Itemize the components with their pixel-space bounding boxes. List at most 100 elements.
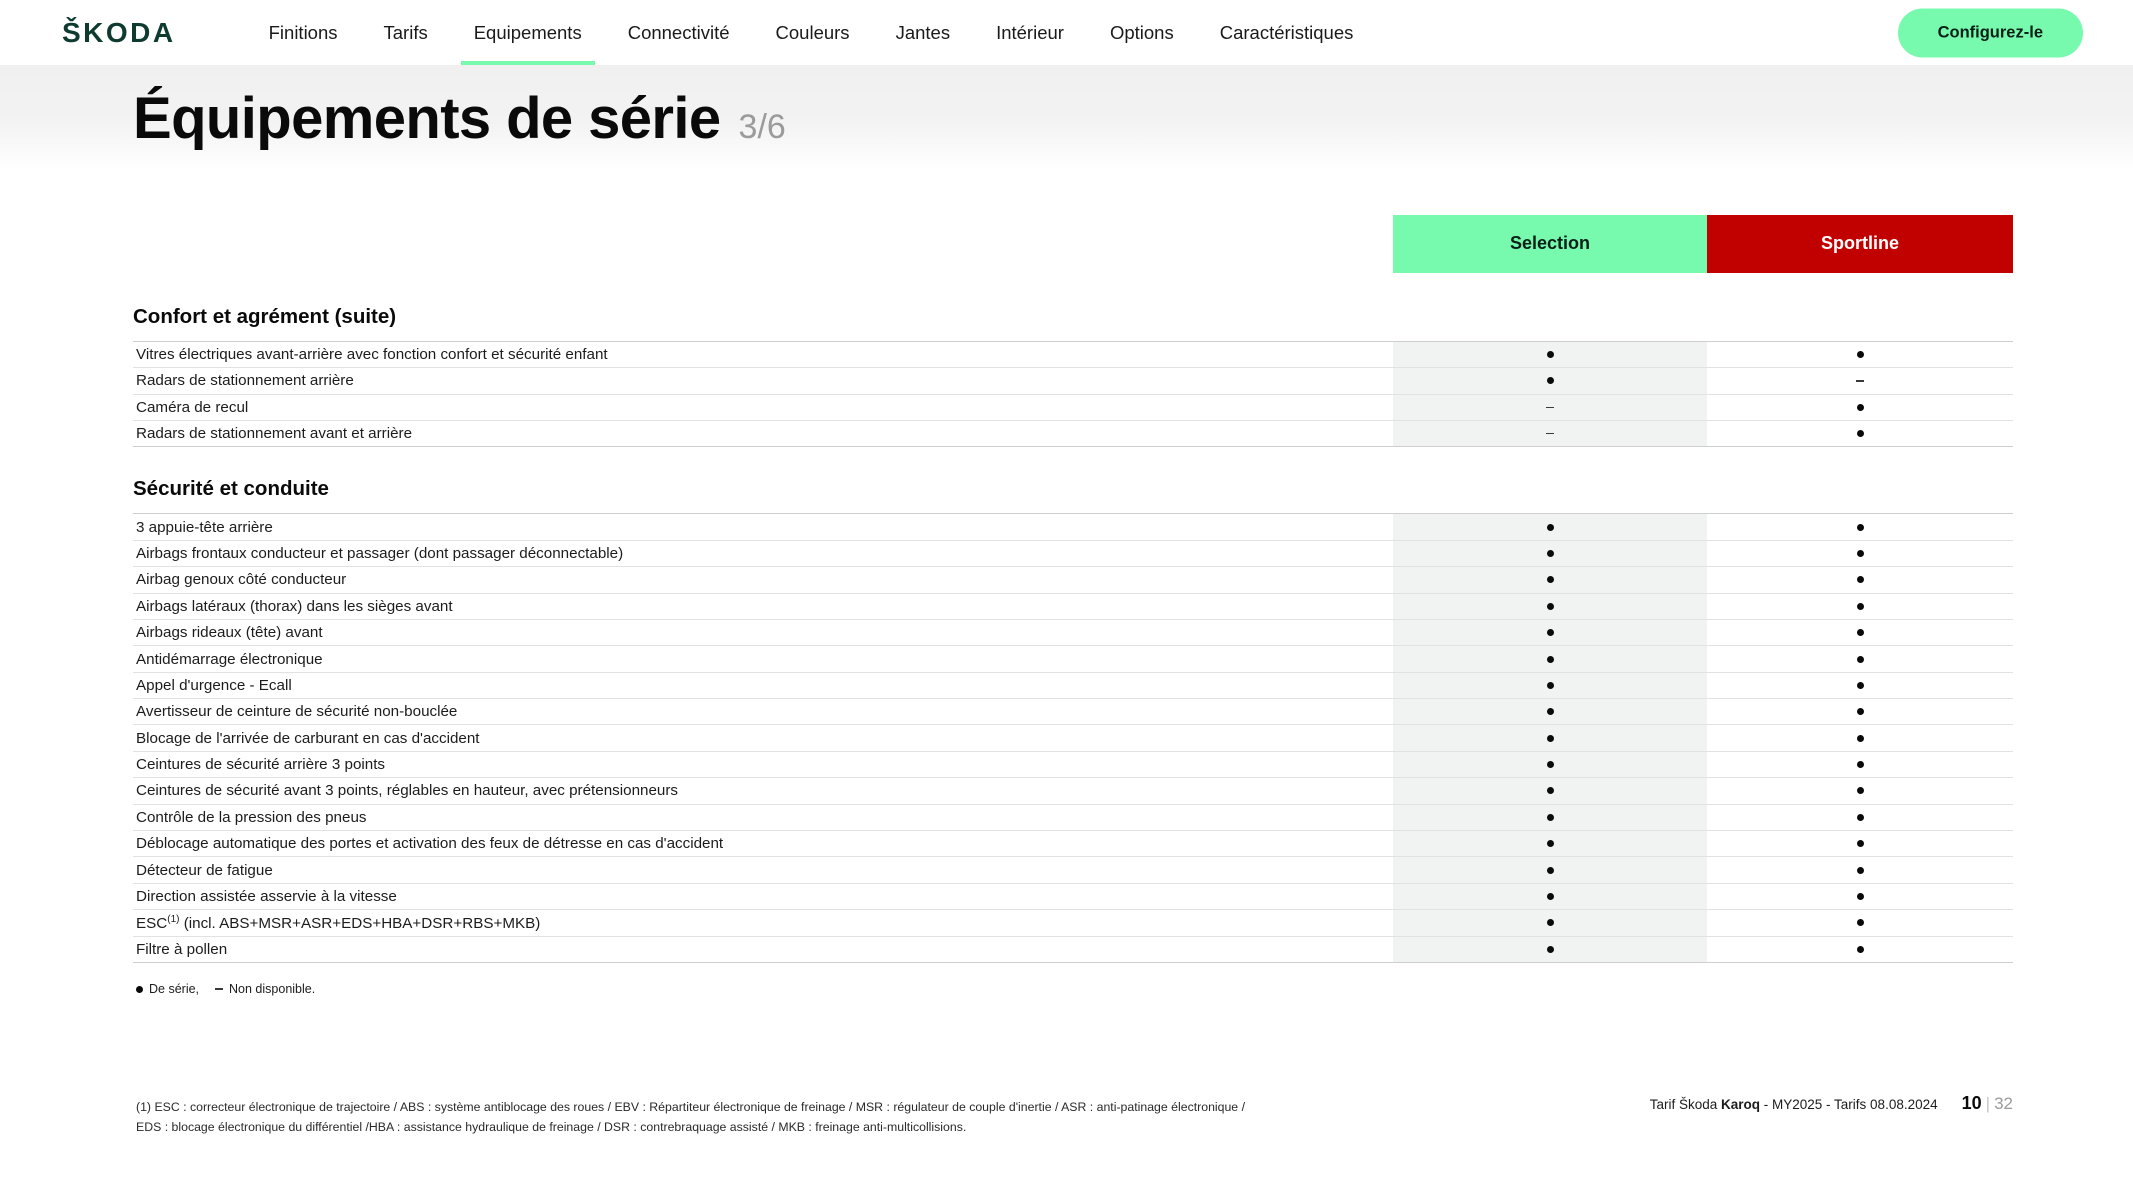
row-label: Contrôle de la pression des pneus: [136, 808, 367, 826]
cell-sportline: [1707, 910, 2013, 935]
cell-selection: [1393, 910, 1707, 936]
cell-sportline: [1707, 395, 2013, 420]
footnote-line-1: (1) ESC : correcteur électronique de tra…: [136, 1100, 1245, 1114]
nav-item-caractristiques[interactable]: Caractéristiques: [1197, 0, 1377, 65]
cell-sportline: [1707, 805, 2013, 830]
standard-dot-icon: [1856, 350, 1864, 358]
standard-dot-icon: [1856, 813, 1864, 821]
standard-dot-icon: [1856, 403, 1864, 411]
nav-item-couleurs[interactable]: Couleurs: [753, 0, 873, 65]
standard-dot-icon: [1856, 919, 1864, 927]
standard-dot-icon: [1856, 708, 1864, 716]
table-legend: De série, Non disponible.: [133, 963, 2013, 996]
cell-selection: [1393, 341, 1707, 368]
standard-dot-icon: [1856, 787, 1864, 795]
table-sections: Confort et agrément (suite) Vitres électr…: [133, 289, 2013, 963]
nav-item-intrieur[interactable]: Intérieur: [973, 0, 1087, 65]
page-footer: Tarif Škoda Karoq - MY2025 - Tarifs 08.0…: [1650, 1093, 2013, 1114]
standard-dot-icon: [1546, 866, 1554, 874]
table-column-headers: Selection Sportline: [133, 214, 2013, 273]
table-row: Appel d'urgence - Ecall: [133, 672, 2013, 700]
cell-sportline: [1707, 673, 2013, 698]
standard-dot-icon: [1546, 523, 1554, 531]
nav-item-options[interactable]: Options: [1087, 0, 1197, 65]
table-row: ESC(1) (incl. ABS+MSR+ASR+EDS+HBA+DSR+RB…: [133, 910, 2013, 937]
cell-selection: [1393, 778, 1707, 804]
table-row: Antidémarrage électronique: [133, 646, 2013, 673]
standard-dot-icon: [1546, 602, 1554, 610]
table-section: Sécurité et conduite 3 appuie-tête arrièr…: [133, 447, 2013, 963]
nav-item-connectivit[interactable]: Connectivité: [605, 0, 753, 65]
cell-selection: [1393, 699, 1707, 725]
row-label: Déblocage automatique des portes et acti…: [136, 835, 724, 853]
cell-selection: [1393, 831, 1707, 857]
row-label: Blocage de l'arrivée de carburant en cas…: [136, 729, 480, 747]
footer-pagination: 10 | 32: [1962, 1093, 2013, 1114]
skoda-logo[interactable]: ŠKODA: [62, 18, 176, 47]
cell-sportline: [1707, 567, 2013, 592]
cell-selection: [1393, 593, 1707, 619]
legend-nondispo-label: Non disponible.: [229, 982, 316, 996]
standard-dot-icon: [1546, 708, 1554, 716]
cell-sportline: [1707, 937, 2013, 962]
row-label: Direction assistée asservie à la vitesse: [136, 888, 397, 906]
table-row: Déblocage automatique des portes et acti…: [133, 831, 2013, 858]
legend-serie-label: De série,: [149, 982, 200, 996]
table-row: Radars de stationnement arrière: [133, 368, 2013, 395]
table-row: Airbags latéraux (thorax) dans les siège…: [133, 593, 2013, 620]
standard-dot-icon: [1856, 893, 1864, 901]
standard-dot-icon: [1856, 734, 1864, 742]
footer-suffix: - MY2025 - Tarifs 08.08.2024: [1760, 1096, 1938, 1112]
cell-sportline: [1707, 421, 2013, 446]
row-label: Filtre à pollen: [136, 940, 228, 958]
row-label: Radars de stationnement avant et arrière: [136, 425, 413, 443]
table-row: Avertisseur de ceinture de sécurité non-…: [133, 699, 2013, 726]
standard-dot-icon: [1856, 430, 1864, 438]
page-counter: 3/6: [738, 108, 786, 146]
cell-sportline: [1707, 620, 2013, 645]
standard-dot-icon: [1546, 350, 1554, 358]
nav-item-tarifs[interactable]: Tarifs: [361, 0, 451, 65]
table-row: 3 appuie-tête arrière: [133, 514, 2013, 541]
cell-sportline: [1707, 541, 2013, 566]
cell-selection: [1393, 514, 1707, 540]
cell-sportline: [1707, 368, 2013, 393]
table-row: Airbags rideaux (tête) avant: [133, 619, 2013, 647]
column-header-selection: Selection: [1393, 214, 1707, 273]
standard-dot-icon: [1856, 866, 1864, 874]
cell-selection: [1393, 936, 1707, 962]
configure-button[interactable]: Configurez-le: [1897, 8, 2083, 57]
standard-dot-icon: [1546, 840, 1554, 848]
cell-selection: [1393, 420, 1707, 447]
cell-sportline: [1707, 699, 2013, 724]
footer-page-total: 32: [1994, 1093, 2013, 1113]
standard-dot-icon: [1546, 945, 1554, 953]
cell-sportline: [1707, 857, 2013, 882]
standard-dot-icon: [1546, 629, 1554, 637]
standard-dot-icon: [1856, 945, 1864, 953]
standard-dot-icon: [1856, 549, 1864, 557]
cell-selection: [1393, 368, 1707, 394]
standard-dot-icon: [1546, 576, 1554, 584]
standard-dot-icon: [1546, 377, 1554, 385]
section-title: Confort et agrément (suite): [133, 304, 397, 328]
footer-page-number: 10: [1961, 1092, 1982, 1113]
standard-dot-icon: [1546, 919, 1554, 927]
footer-model: Karoq: [1721, 1096, 1761, 1112]
row-label: ESC(1) (incl. ABS+MSR+ASR+EDS+HBA+DSR+RB…: [136, 913, 541, 932]
row-label: Caméra de recul: [136, 398, 249, 416]
row-label: Radars de stationnement arrière: [136, 372, 354, 390]
section-rows: Vitres électriques avant-arrière avec fo…: [133, 340, 2013, 448]
nav-item-equipements[interactable]: Equipements: [451, 0, 605, 65]
standard-dot-icon: [1546, 734, 1554, 742]
not-available-dash-icon: [1856, 380, 1864, 382]
table-row: Filtre à pollen: [133, 936, 2013, 963]
cell-sportline: [1707, 342, 2013, 367]
standard-dot-icon: [1856, 576, 1864, 584]
nav-item-jantes[interactable]: Jantes: [873, 0, 974, 65]
nav-item-finitions[interactable]: Finitions: [246, 0, 361, 65]
table-section: Confort et agrément (suite) Vitres électr…: [133, 289, 2013, 448]
cell-selection: [1393, 804, 1707, 831]
row-label: Détecteur de fatigue: [136, 861, 273, 879]
cell-selection: [1393, 567, 1707, 593]
